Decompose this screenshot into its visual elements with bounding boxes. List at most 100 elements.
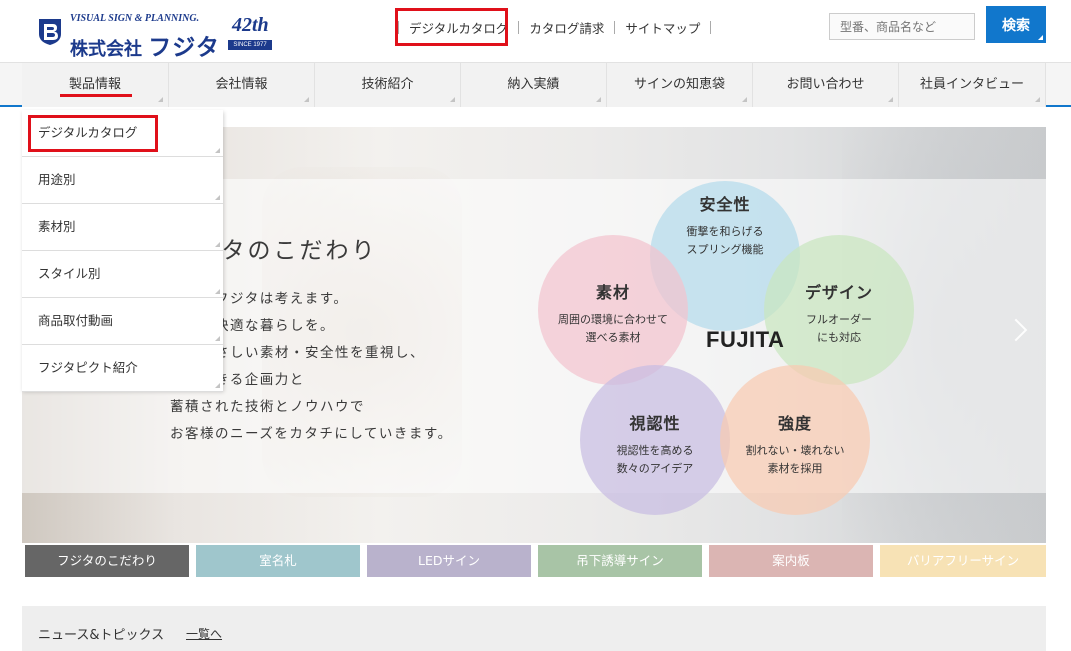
news-section: ニュース&トピックス 一覧へ: [22, 606, 1046, 651]
nav-contact[interactable]: お問い合わせ: [753, 63, 899, 107]
company-prefix: 株式会社: [70, 39, 142, 60]
dropdown-item-label: 用途別: [38, 172, 76, 187]
hero-line: お客様のニーズをカタチにしていきます。: [170, 426, 453, 442]
corner-arrow-icon: [215, 148, 220, 153]
petal-desc: 周囲の環境に合わせて 選べる素材: [538, 311, 688, 347]
nav-label: 製品情報: [68, 77, 121, 92]
news-list-link[interactable]: 一覧へ: [186, 625, 222, 642]
petal-text-strength: 強度 割れない・壊れない 素材を採用: [730, 410, 860, 478]
petal-desc-line: 視認性を高める: [616, 444, 694, 457]
petal-desc: フルオーダー にも対応: [774, 311, 904, 347]
link-divider: [614, 20, 616, 34]
site-header: VISUAL SIGN & PLANNING. 株式会社 フジタ 42th SI…: [0, 0, 1071, 62]
link-divider: [710, 20, 712, 34]
dropdown-item-by-style[interactable]: スタイル別: [22, 251, 223, 298]
petal-text-safety: 安全性 衝撃を和らげる スプリング機能: [660, 191, 790, 259]
link-divider: [518, 20, 520, 34]
products-dropdown-menu: デジタルカタログ 用途別 素材別 スタイル別 商品取付動画 フジタピクト紹介: [22, 110, 223, 392]
dropdown-item-label: スタイル別: [38, 266, 101, 281]
highlight-box-top-catalog: [395, 8, 508, 46]
nav-sign-tips[interactable]: サインの知恵袋: [607, 63, 753, 107]
search-input[interactable]: [829, 13, 975, 40]
corner-arrow-icon: [1035, 97, 1040, 102]
active-nav-underline: [60, 94, 132, 97]
nav-label: 技術紹介: [361, 77, 414, 92]
company-name: 株式会社 フジタ: [70, 28, 220, 62]
petal-desc-line: 割れない・壊れない: [745, 444, 845, 457]
petal-desc-line: 周囲の環境に合わせて: [558, 313, 668, 326]
petal-desc-line: 選べる素材: [585, 331, 641, 344]
petal-desc: 衝撃を和らげる スプリング機能: [660, 223, 790, 259]
petal-text-material: 素材 周囲の環境に合わせて 選べる素材: [538, 279, 688, 347]
corner-arrow-icon: [450, 97, 455, 102]
corner-arrow-icon: [596, 97, 601, 102]
dropdown-item-label: 素材別: [38, 219, 76, 234]
tab-label: バリアフリーサイン: [906, 553, 1020, 568]
fujita-logo[interactable]: VISUAL SIGN & PLANNING. 株式会社 フジタ 42th SI…: [36, 12, 278, 61]
tab-barrier-free-signs[interactable]: バリアフリーサイン: [880, 545, 1046, 577]
fujita-emblem-icon: [39, 19, 61, 45]
logo-tagline: VISUAL SIGN & PLANNING.: [70, 13, 200, 24]
corner-arrow-icon: [215, 383, 220, 388]
petal-desc-line: フルオーダー: [806, 313, 872, 326]
corner-arrow-icon: [215, 336, 220, 341]
corner-arrow-icon: [304, 97, 309, 102]
search-button[interactable]: 検索: [986, 6, 1046, 43]
petal-text-visibility: 視認性 視認性を高める 数々のアイデア: [590, 410, 720, 478]
tab-label: 室名札: [259, 553, 297, 568]
tab-label: フジタのこだわり: [57, 553, 157, 568]
nav-label: サインの知恵袋: [633, 77, 725, 92]
petal-heading: 安全性: [699, 195, 751, 214]
corner-arrow-icon: [888, 97, 893, 102]
nav-label: 納入実績: [507, 77, 560, 92]
nav-technology[interactable]: 技術紹介: [315, 63, 461, 107]
petal-desc-line: スプリング機能: [686, 243, 764, 256]
dropdown-item-by-use[interactable]: 用途別: [22, 157, 223, 204]
tab-label: 案内板: [772, 553, 810, 568]
dropdown-item-by-material[interactable]: 素材別: [22, 204, 223, 251]
dropdown-item-fujita-pict[interactable]: フジタピクト紹介: [22, 345, 223, 392]
sitemap-link[interactable]: サイトマップ: [625, 18, 700, 37]
nav-label: お問い合わせ: [786, 77, 865, 92]
highlight-box-dropdown-catalog: [28, 115, 158, 152]
tab-label: LEDサイン: [418, 553, 480, 568]
dropdown-item-install-videos[interactable]: 商品取付動画: [22, 298, 223, 345]
fujita-center-label: FUJITA: [706, 327, 785, 352]
petal-text-design: デザイン フルオーダー にも対応: [774, 279, 904, 347]
nav-interviews[interactable]: 社員インタビュー: [899, 63, 1046, 107]
petal-desc-line: 衝撃を和らげる: [686, 225, 764, 238]
tab-room-signs[interactable]: 室名札: [196, 545, 360, 577]
search-button-label: 検索: [1002, 17, 1030, 34]
dropdown-item-label: 商品取付動画: [38, 313, 114, 328]
corner-arrow-icon: [215, 242, 220, 247]
company-brand: フジタ: [148, 35, 220, 61]
tab-led-signs[interactable]: LEDサイン: [367, 545, 531, 577]
nav-label: 社員インタビュー: [919, 77, 1024, 92]
petal-desc-line: 素材を採用: [767, 462, 823, 475]
petal-heading: 強度: [777, 414, 812, 433]
nav-deliveries[interactable]: 納入実績: [461, 63, 607, 107]
catalog-request-link[interactable]: カタログ請求: [529, 18, 604, 37]
corner-arrow-icon: [158, 97, 163, 102]
tab-guide-boards[interactable]: 案内板: [709, 545, 873, 577]
global-nav: 製品情報 会社情報 技術紹介 納入実績 サインの知恵袋 お問い合わせ 社員インタ…: [0, 62, 1071, 107]
tab-hanging-signs[interactable]: 吊下誘導サイン: [538, 545, 702, 577]
petal-heading: 素材: [595, 283, 630, 302]
dropdown-item-label: フジタピクト紹介: [38, 360, 138, 375]
anniversary-badge: 42th SINCE 1977: [226, 14, 278, 54]
corner-arrow-icon: [215, 195, 220, 200]
corner-arrow-icon: [1038, 35, 1043, 40]
nav-label: 会社情報: [215, 77, 268, 92]
nav-company[interactable]: 会社情報: [169, 63, 315, 107]
news-title: ニュース&トピックス: [38, 628, 165, 643]
tab-fujita-commitment[interactable]: フジタのこだわり: [25, 545, 189, 577]
nav-products[interactable]: 製品情報: [22, 63, 169, 107]
fujita-values-diagram: 安全性 衝撃を和らげる スプリング機能 素材 周囲の環境に合わせて 選べる素材 …: [532, 157, 922, 527]
tab-label: 吊下誘導サイン: [576, 553, 664, 568]
anniversary-since: SINCE 1977: [228, 40, 272, 50]
corner-arrow-icon: [215, 289, 220, 294]
petal-desc-line: 数々のアイデア: [616, 462, 694, 475]
corner-arrow-icon: [742, 97, 747, 102]
hero-line: 蓄積された技術とノウハウで: [170, 399, 365, 415]
anniversary-number: 42th: [232, 14, 269, 36]
